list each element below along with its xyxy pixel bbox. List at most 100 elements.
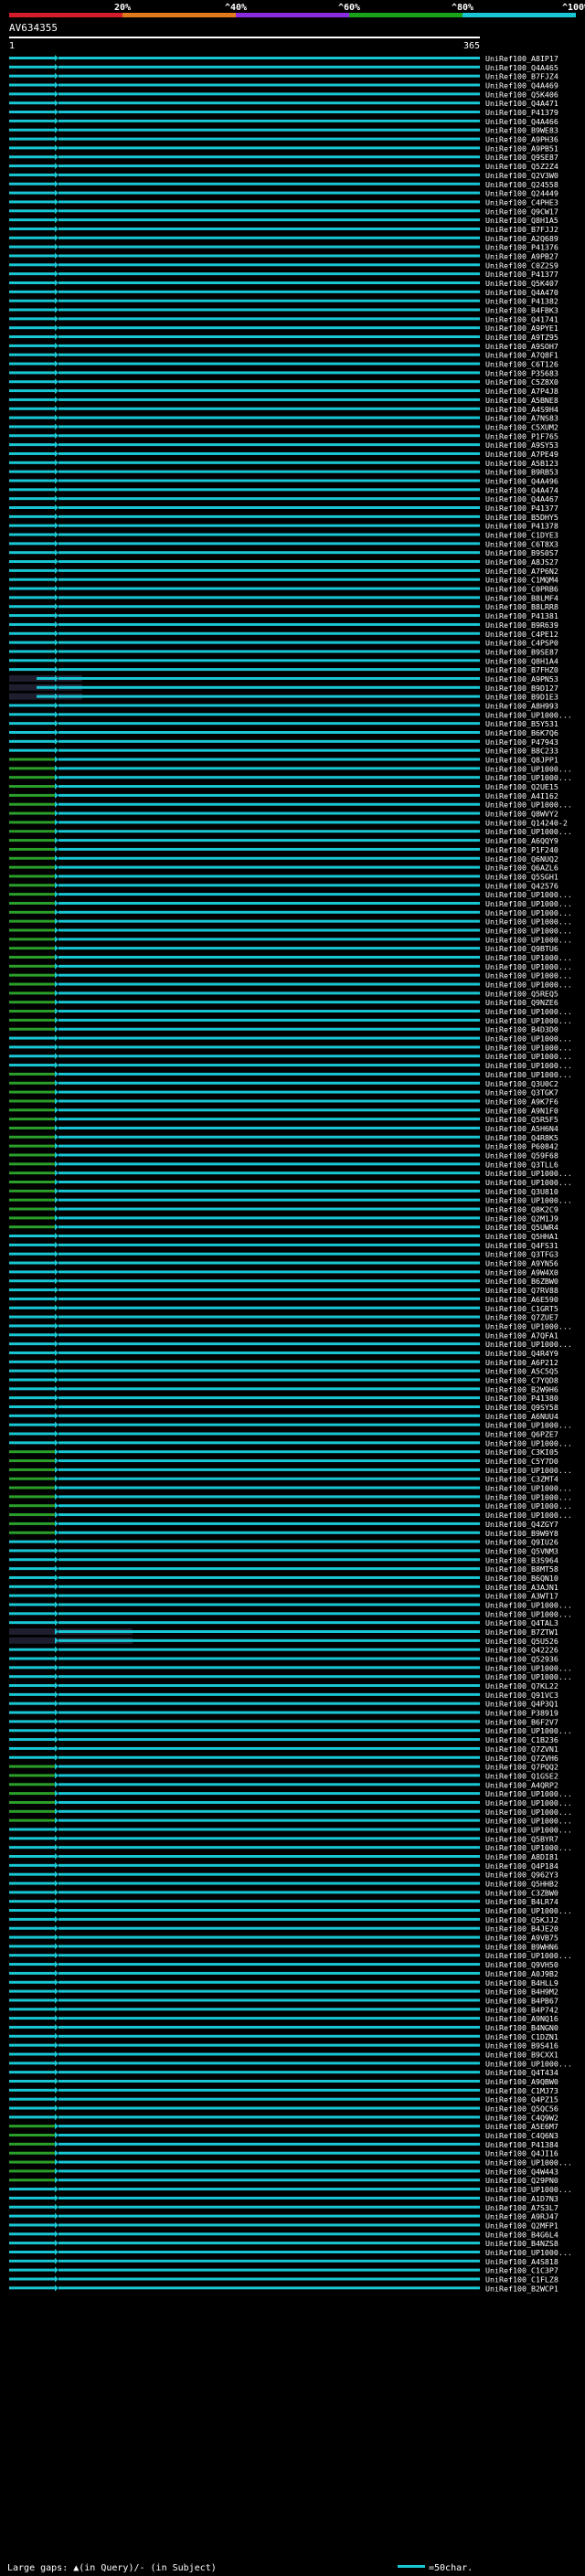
subject-label: UniRef100_UP1000... xyxy=(485,2059,572,2068)
hit-segment xyxy=(58,991,480,995)
scale-segment xyxy=(463,13,576,17)
hit-segment xyxy=(58,2196,480,2200)
subject-label: UniRef100_B9SE87 xyxy=(485,647,558,656)
subject-label: UniRef100_Q4A469 xyxy=(485,81,558,90)
subject-label: UniRef100_C4Q6N3 xyxy=(485,2131,558,2140)
alignment-row: UniRef100_B9S416 xyxy=(9,2041,558,2051)
subject-label: UniRef100_B8LRR8 xyxy=(485,602,558,611)
subject-label: UniRef100_UP1000... xyxy=(485,800,572,810)
gap-marker-icon xyxy=(55,1062,58,1069)
subject-label: UniRef100_Q2UE15 xyxy=(485,782,558,791)
alignment-row: UniRef100_UP1000... xyxy=(9,1825,572,1834)
subject-label: UniRef100_A1D7N3 xyxy=(485,2194,558,2203)
hit-segment xyxy=(9,1351,57,1354)
hit-segment xyxy=(9,596,57,599)
alignment-row: UniRef100_Q4FS31 xyxy=(9,1241,558,1250)
alignment-row: UniRef100_UP1000... xyxy=(9,1843,572,1852)
gap-marker-icon xyxy=(55,63,58,70)
subject-label: UniRef100_UP1000... xyxy=(485,1843,572,1852)
gap-marker-icon xyxy=(55,432,58,440)
hit-segment xyxy=(9,704,57,707)
hit-segment xyxy=(58,1828,480,1831)
hit-segment xyxy=(9,1558,57,1562)
hit-segment xyxy=(9,785,57,789)
hit-segment xyxy=(9,451,57,455)
gap-marker-icon xyxy=(55,2248,58,2255)
hit-segment xyxy=(58,605,480,609)
hit-segment xyxy=(9,739,57,743)
gap-marker-icon xyxy=(55,2140,58,2147)
hit-segment xyxy=(9,434,57,438)
gap-marker-icon xyxy=(55,261,58,269)
alignment-row: UniRef100_UP1000... xyxy=(9,962,572,971)
subject-label: UniRef100_C1FLZ8 xyxy=(485,2274,558,2284)
subject-label: UniRef100_UP1000... xyxy=(485,1061,572,1070)
alignment-row: UniRef100_Q9CW17 xyxy=(9,207,558,216)
hit-segment xyxy=(9,1729,57,1733)
alignment-row: UniRef100_UP1000... xyxy=(9,1501,572,1511)
hit-segment xyxy=(58,1846,480,1850)
hit-segment xyxy=(58,308,480,312)
gap-marker-icon xyxy=(55,297,58,304)
alignment-row: UniRef100_UP1000... xyxy=(9,1817,572,1826)
subject-label: UniRef100_UP1000... xyxy=(485,1466,572,1475)
hit-segment xyxy=(9,1405,57,1408)
hit-segment xyxy=(9,1513,57,1517)
hit-segment xyxy=(9,1126,57,1129)
hit-segment xyxy=(9,353,57,356)
hit-segment xyxy=(9,479,57,482)
hit-segment xyxy=(9,1998,57,2002)
hit-segment xyxy=(9,1945,57,1948)
gap-marker-icon xyxy=(55,387,58,395)
hit-segment xyxy=(9,1225,57,1229)
subject-label: UniRef100_Q9BTU6 xyxy=(485,944,558,953)
alignment-row: UniRef100_Q5K406 xyxy=(9,90,558,99)
hit-segment xyxy=(58,290,480,293)
gap-marker-icon xyxy=(55,1493,58,1500)
alignment-row: UniRef100_A7PE49 xyxy=(9,450,558,459)
alignment-row: UniRef100_Q4A465 xyxy=(9,63,558,72)
hit-segment xyxy=(58,1450,480,1454)
alignment-row: UniRef100_A3AJN1 xyxy=(9,1583,558,1592)
alignment-row: UniRef100_B4NGN0 xyxy=(9,2023,558,2032)
alignment-row: UniRef100_Q91VC3 xyxy=(9,1691,558,1700)
gap-marker-icon xyxy=(55,1673,58,1680)
subject-label: UniRef100_P41381 xyxy=(485,611,558,620)
gap-marker-icon xyxy=(55,2194,58,2201)
gap-marker-icon xyxy=(55,845,58,853)
alignment-row: UniRef100_C4Q9W2 xyxy=(9,2113,558,2122)
hit-segment xyxy=(9,2151,57,2155)
alignment-row: UniRef100_B9R639 xyxy=(9,620,558,630)
hit-segment xyxy=(9,1954,57,1957)
subject-label: UniRef100_P38919 xyxy=(485,1709,558,1718)
hit-segment xyxy=(58,1800,480,1804)
hit-segment xyxy=(58,1468,480,1471)
alignment-row: UniRef100_A6NUU4 xyxy=(9,1412,558,1421)
hit-segment xyxy=(9,973,57,977)
hit-segment xyxy=(9,1018,57,1022)
alignment-row: UniRef100_Q7RV88 xyxy=(9,1286,558,1295)
gap-marker-icon xyxy=(55,450,58,457)
hit-segment xyxy=(58,928,480,932)
subject-label: UniRef100_A9PN53 xyxy=(485,674,558,684)
alignment-row: UniRef100_A9PYE1 xyxy=(9,323,558,333)
alignment-row: UniRef100_C5Z8X0 xyxy=(9,377,558,387)
alignment-row: UniRef100_Q4A469 xyxy=(9,81,558,90)
gap-marker-icon xyxy=(55,189,58,196)
subject-label: UniRef100_Q5U526 xyxy=(485,1637,558,1646)
hit-segment xyxy=(9,865,57,869)
alignment-row: UniRef100_UP1000... xyxy=(9,1034,572,1044)
gap-marker-icon xyxy=(55,864,58,871)
alignment-row: UniRef100_A9VB75 xyxy=(9,1934,558,1943)
hit-segment xyxy=(9,1036,57,1040)
hit-segment xyxy=(58,1243,480,1246)
hit-segment xyxy=(9,1720,57,1723)
gap-marker-icon xyxy=(55,1952,58,1959)
alignment-row: UniRef100_P41377 xyxy=(9,504,558,513)
hit-segment xyxy=(58,650,480,653)
subject-label: UniRef100_Q5BYR7 xyxy=(485,1834,558,1843)
hit-segment xyxy=(9,2286,57,2290)
hit-segment xyxy=(9,1064,57,1067)
hit-segment xyxy=(58,1351,480,1354)
gap-marker-icon xyxy=(55,1754,58,1761)
